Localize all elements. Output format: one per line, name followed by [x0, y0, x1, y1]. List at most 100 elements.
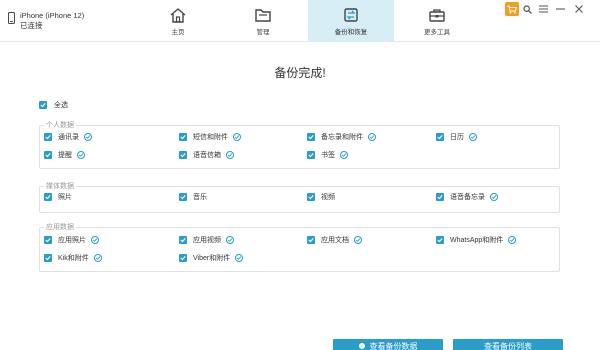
- checkbox-label: Viber和附件: [193, 255, 231, 262]
- checkbox-item[interactable]: 应用照片: [44, 235, 99, 245]
- info-check-icon[interactable]: [93, 254, 102, 262]
- checkbox-label: 日历: [450, 134, 464, 141]
- toolbox-icon: [429, 9, 445, 22]
- close-icon: [575, 5, 583, 13]
- minimize-icon: [555, 8, 565, 10]
- checkbox-label: 语音备忘录: [450, 194, 485, 201]
- tab-manage[interactable]: 管理: [218, 0, 308, 42]
- section-app-data: 应用数据: [39, 222, 560, 272]
- cart-icon: [507, 5, 517, 13]
- cart-button[interactable]: [505, 2, 519, 16]
- checkbox-label: 应用文档: [321, 237, 349, 244]
- section-personal-data: 个人数据: [39, 120, 560, 169]
- tab-more-tools-label: 更多工具: [424, 29, 450, 36]
- checkbox-item[interactable]: 备忘录和附件: [307, 132, 376, 142]
- checkbox-checked-icon: [307, 193, 315, 201]
- checkbox-checked-icon: [44, 236, 52, 244]
- checkbox-checked-icon: [307, 151, 315, 159]
- checkbox-item[interactable]: 日历: [436, 132, 477, 142]
- checkbox-item[interactable]: 提醒: [44, 150, 85, 160]
- device-status: 已连接: [20, 21, 43, 30]
- checkbox-checked-icon: [44, 193, 52, 201]
- home-icon: [170, 8, 186, 23]
- checkbox-checked-icon: [307, 133, 315, 141]
- page-title: 备份完成!: [274, 66, 326, 80]
- checkbox-checked-icon: [436, 193, 444, 201]
- checkbox-item[interactable]: 照片: [44, 192, 72, 202]
- device-info: iPhone (iPhone 12) 已连接: [8, 11, 84, 31]
- search-icon: [522, 4, 532, 14]
- checkbox-label: 短信和附件: [193, 134, 228, 141]
- folder-icon: [255, 9, 271, 22]
- checkbox-label: Kik和附件: [58, 255, 89, 262]
- tab-home[interactable]: 主页: [133, 0, 223, 42]
- checkbox-item[interactable]: 短信和附件: [179, 132, 241, 142]
- checkbox-item[interactable]: 通讯录: [44, 132, 92, 142]
- info-check-icon[interactable]: [490, 193, 498, 201]
- section-title: 个人数据: [44, 120, 76, 130]
- checkbox-item[interactable]: Kik和附件: [44, 253, 102, 263]
- phone-icon: [8, 12, 15, 24]
- menu-button[interactable]: [536, 2, 550, 16]
- select-all-label: 全选: [54, 102, 68, 109]
- search-button[interactable]: [520, 2, 534, 16]
- checkbox-checked-icon: [179, 236, 187, 244]
- info-check-icon[interactable]: [226, 236, 234, 244]
- info-check-icon[interactable]: [368, 133, 376, 141]
- tab-home-label: 主页: [171, 29, 185, 36]
- menu-icon: [538, 5, 548, 13]
- info-check-icon[interactable]: [354, 236, 362, 244]
- checkbox-item[interactable]: Viber和附件: [179, 253, 244, 263]
- checkbox-item[interactable]: 应用文档: [307, 235, 362, 245]
- checkbox-item[interactable]: 书签: [307, 150, 348, 160]
- checkbox-item[interactable]: 语音信箱: [179, 150, 234, 160]
- checkbox-label: 应用视频: [193, 237, 221, 244]
- info-check-icon[interactable]: [233, 133, 241, 141]
- info-check-icon[interactable]: [508, 236, 517, 244]
- checkbox-label: 书签: [321, 152, 335, 159]
- close-button[interactable]: [572, 2, 586, 16]
- checkbox-checked-icon: [39, 101, 47, 109]
- checkbox-checked-icon: [436, 236, 444, 244]
- checkbox-label: 备忘录和附件: [321, 134, 363, 141]
- checkbox-checked-icon: [179, 254, 187, 262]
- checkbox-item[interactable]: 应用视频: [179, 235, 234, 245]
- view-backup-list-label: 查看备份列表: [484, 341, 532, 350]
- checkbox-checked-icon: [307, 236, 315, 244]
- view-backup-list-button[interactable]: 查看备份列表: [453, 339, 563, 350]
- device-name: iPhone (iPhone 12): [20, 11, 85, 20]
- info-check-icon[interactable]: [77, 151, 85, 159]
- checkbox-label: 提醒: [58, 152, 72, 159]
- tab-backup-restore[interactable]: 备份和恢复: [308, 0, 394, 42]
- tab-more-tools[interactable]: 更多工具: [392, 0, 482, 42]
- info-check-icon[interactable]: [226, 151, 234, 159]
- info-check-icon[interactable]: [235, 254, 244, 262]
- checkbox-item[interactable]: WhatsApp和附件: [436, 235, 517, 245]
- info-check-icon[interactable]: [91, 236, 99, 244]
- checkbox-item[interactable]: 音乐: [179, 192, 207, 202]
- backup-restore-icon: [344, 8, 358, 22]
- checkbox-checked-icon: [44, 254, 52, 262]
- select-all-checkbox[interactable]: 全选: [39, 100, 68, 110]
- checkbox-label: WhatsApp和附件: [450, 237, 504, 244]
- checkbox-label: 应用照片: [58, 237, 86, 244]
- checkbox-checked-icon: [44, 151, 52, 159]
- view-backup-data-label: 查看备份数据: [369, 341, 418, 350]
- tab-manage-label: 管理: [256, 29, 270, 36]
- info-check-icon[interactable]: [469, 133, 477, 141]
- checkbox-item[interactable]: 语音备忘录: [436, 192, 498, 202]
- top-toolbar: iPhone (iPhone 12) 已连接 主页 管理 备份和恢复 更多工具: [0, 0, 600, 42]
- checkbox-checked-icon: [436, 133, 444, 141]
- checkbox-label: 通讯录: [58, 134, 79, 141]
- checkbox-label: 视频: [321, 194, 335, 201]
- section-title: 应用数据: [44, 222, 76, 232]
- minimize-button[interactable]: [553, 2, 567, 16]
- section-title: 媒体数据: [44, 181, 76, 191]
- checkbox-checked-icon: [179, 151, 187, 159]
- tab-backup-restore-label: 备份和恢复: [334, 29, 368, 36]
- info-check-icon[interactable]: [84, 133, 92, 141]
- info-check-icon[interactable]: [340, 151, 348, 159]
- view-backup-data-button[interactable]: 查看备份数据: [333, 339, 443, 350]
- checkbox-item[interactable]: 视频: [307, 192, 335, 202]
- checkbox-label: 语音信箱: [193, 152, 221, 159]
